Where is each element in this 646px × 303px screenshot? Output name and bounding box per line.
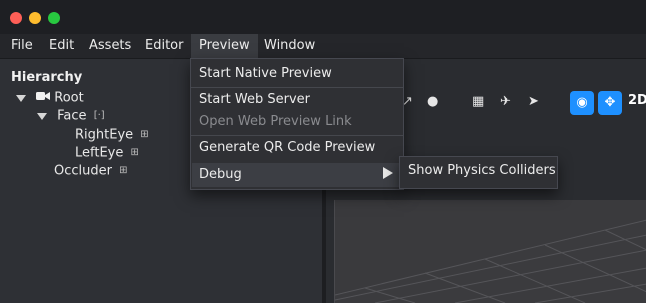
- grid-layout-icon[interactable]: ▦: [472, 94, 484, 109]
- menu-separator: [191, 87, 403, 88]
- tree-node-root[interactable]: Root: [16, 89, 84, 107]
- title-bar: [0, 0, 646, 34]
- crosshair-icon: ✥: [604, 95, 616, 110]
- menu-bar: File Edit Assets Editor Preview Window: [0, 34, 646, 59]
- tree-node-label: Occluder: [54, 163, 112, 179]
- tree-node-label: RightEye: [75, 127, 134, 143]
- debug-submenu: Show Physics Colliders: [399, 156, 558, 189]
- menu-item-debug[interactable]: Debug: [199, 164, 242, 186]
- hierarchy-title: Hierarchy: [11, 70, 83, 85]
- menu-item-show-physics-colliders[interactable]: Show Physics Colliders: [408, 163, 556, 178]
- tree-node-label: LeftEye: [75, 145, 124, 161]
- maximize-window-button[interactable]: [48, 12, 60, 24]
- minimize-window-button[interactable]: [29, 12, 41, 24]
- face-tracker-icon: [·]: [93, 110, 105, 121]
- airplane-icon[interactable]: ✈: [500, 94, 511, 109]
- move-tool-button[interactable]: ✥: [598, 91, 622, 115]
- menu-editor[interactable]: Editor: [145, 34, 183, 58]
- menu-edit[interactable]: Edit: [49, 34, 74, 58]
- user-icon: ◉: [576, 95, 588, 110]
- tree-node-righteye[interactable]: RightEye ⊞: [75, 126, 149, 144]
- grid-icon: ⊞: [119, 165, 128, 176]
- grid-icon: ⊞: [130, 147, 139, 158]
- view-mode-label[interactable]: 2D: [628, 93, 646, 108]
- location-arrow-icon[interactable]: ➤: [528, 94, 539, 109]
- menu-preview[interactable]: Preview: [191, 34, 258, 58]
- menu-file[interactable]: File: [11, 34, 33, 58]
- close-window-button[interactable]: [10, 12, 22, 24]
- tree-node-occluder[interactable]: Occluder ⊞: [54, 162, 128, 180]
- submenu-arrow-icon: [383, 167, 393, 179]
- menu-item-start-native-preview[interactable]: Start Native Preview: [199, 63, 332, 85]
- menu-window[interactable]: Window: [264, 34, 315, 58]
- menu-item-generate-qr-code-preview[interactable]: Generate QR Code Preview: [199, 137, 375, 159]
- preview-menu-dropdown: Start Native Preview Start Web Server Op…: [190, 58, 404, 190]
- expand-triangle-icon[interactable]: [16, 94, 26, 102]
- tree-node-label: Root: [54, 90, 84, 106]
- expand-triangle-icon[interactable]: [37, 112, 47, 120]
- menu-separator: [191, 135, 403, 136]
- menu-assets[interactable]: Assets: [89, 34, 131, 58]
- menu-item-start-web-server[interactable]: Start Web Server: [199, 89, 310, 111]
- globe-icon[interactable]: ●: [427, 94, 438, 109]
- tree-node-face[interactable]: Face [·]: [37, 107, 105, 125]
- scene-grid: [335, 219, 646, 303]
- user-camera-button[interactable]: ◉: [570, 91, 594, 115]
- tree-node-lefteye[interactable]: LeftEye ⊞: [75, 144, 139, 162]
- grid-icon: ⊞: [140, 129, 149, 140]
- scene-viewport[interactable]: [334, 200, 646, 303]
- menu-item-open-web-preview-link: Open Web Preview Link: [199, 114, 352, 129]
- camera-icon: [36, 89, 51, 107]
- tree-node-label: Face: [57, 108, 87, 124]
